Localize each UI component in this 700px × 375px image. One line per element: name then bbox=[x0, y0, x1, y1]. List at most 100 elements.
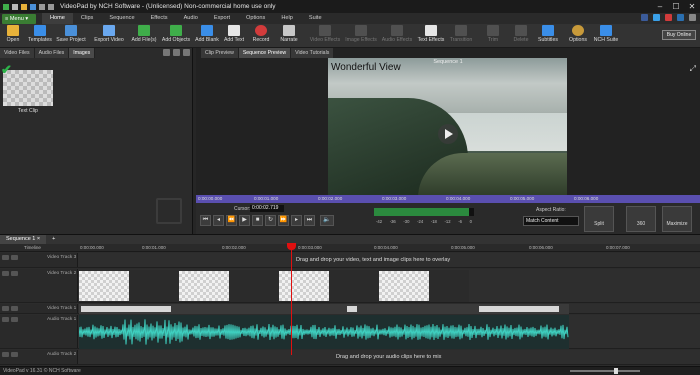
audio-effects-button[interactable]: Audio Effects bbox=[380, 25, 414, 47]
timeline-ruler[interactable]: Timeline 0:00:00.000 0:00:01.000 0:00:02… bbox=[0, 244, 700, 252]
fast-forward-button[interactable]: ⏩ bbox=[278, 215, 289, 226]
track-lock-icon[interactable] bbox=[2, 352, 9, 357]
tab-images[interactable]: Images bbox=[69, 48, 96, 58]
narrate-button[interactable]: Narrate bbox=[277, 25, 301, 47]
tab-home[interactable]: Home bbox=[42, 13, 73, 24]
play-overlay-icon[interactable] bbox=[438, 124, 458, 144]
tab-effects[interactable]: Effects bbox=[143, 13, 176, 24]
aspect-ratio-select[interactable]: Match Content bbox=[523, 216, 579, 226]
tab-clips[interactable]: Clips bbox=[73, 13, 101, 24]
youtube-icon[interactable] bbox=[665, 14, 672, 21]
undo-icon[interactable] bbox=[39, 3, 45, 10]
save-project-button[interactable]: Save Project bbox=[55, 25, 87, 47]
audio-waveform[interactable] bbox=[78, 315, 569, 349]
next-frame-button[interactable]: ▸ bbox=[291, 215, 302, 226]
audio-track-2[interactable]: Audio Track 2 Drag and drop your audio c… bbox=[0, 350, 700, 365]
tab-audio[interactable]: Audio bbox=[176, 13, 206, 24]
folder-icon[interactable] bbox=[173, 49, 180, 56]
close-window-button[interactable]: ✕ bbox=[684, 0, 700, 13]
tab-suite[interactable]: Suite bbox=[301, 13, 330, 24]
text-clip[interactable] bbox=[379, 271, 429, 301]
zoom-slider-knob[interactable] bbox=[614, 368, 618, 374]
cursor-time-field[interactable]: 0:00:02.719 bbox=[250, 205, 284, 212]
add-sequence-button[interactable]: + bbox=[46, 235, 62, 244]
save-icon[interactable] bbox=[30, 3, 36, 10]
add-text-button[interactable]: Add Text bbox=[221, 25, 247, 47]
video-track-2[interactable]: Video Track 2 bbox=[0, 269, 700, 303]
help-icon[interactable] bbox=[689, 14, 696, 21]
preview-ruler[interactable]: 0:00:00.000 0:00:01.000 0:00:02.000 0:00… bbox=[196, 195, 700, 203]
new-icon[interactable] bbox=[12, 3, 18, 10]
track-mute-icon[interactable] bbox=[11, 317, 18, 322]
loop-button[interactable]: ↻ bbox=[265, 215, 276, 226]
redo-icon[interactable] bbox=[48, 3, 54, 10]
split-button[interactable]: Split bbox=[584, 206, 614, 232]
go-to-end-button[interactable]: ⏭ bbox=[304, 215, 315, 226]
transition-button[interactable]: Transition bbox=[448, 25, 474, 47]
track-visibility-icon[interactable] bbox=[11, 306, 18, 311]
video-effects-button[interactable]: Video Effects bbox=[308, 25, 342, 47]
tab-audio-files[interactable]: Audio Files bbox=[34, 48, 70, 58]
linkedin-icon[interactable] bbox=[677, 14, 684, 21]
tab-clip-preview[interactable]: Clip Preview bbox=[201, 48, 239, 58]
go-to-start-button[interactable]: ⏮ bbox=[200, 215, 211, 226]
minimize-button[interactable]: – bbox=[652, 0, 668, 13]
video-track-3[interactable]: Video Track 3 Drag and drop your video, … bbox=[0, 253, 700, 268]
open-icon[interactable] bbox=[21, 3, 27, 10]
volume-button[interactable]: 🔈 bbox=[320, 215, 334, 226]
tab-sequence-1[interactable]: Sequence 1 × bbox=[0, 235, 47, 244]
track-lock-icon[interactable] bbox=[2, 306, 9, 311]
open-button[interactable]: Open bbox=[2, 25, 24, 47]
text-effects-button[interactable]: Text Effects bbox=[415, 25, 447, 47]
tab-video-tutorials[interactable]: Video Tutorials bbox=[291, 48, 335, 58]
audio-track-1[interactable]: Audio Track 1 bbox=[0, 315, 700, 349]
trim-button[interactable]: Trim bbox=[483, 25, 503, 47]
stop-button[interactable]: ■ bbox=[252, 215, 263, 226]
video-clip-strip[interactable] bbox=[79, 304, 569, 314]
subtitles-button[interactable]: Subtitles bbox=[536, 25, 560, 47]
gear-icon bbox=[572, 25, 584, 36]
delete-button[interactable]: Delete bbox=[510, 25, 532, 47]
tab-video-files[interactable]: Video Files bbox=[0, 48, 35, 58]
playhead-line[interactable] bbox=[291, 245, 292, 355]
text-clip[interactable] bbox=[79, 271, 129, 301]
track-lock-icon[interactable] bbox=[2, 271, 9, 276]
360-view-button[interactable]: 360 bbox=[626, 206, 656, 232]
nch-suite-button[interactable]: NCH Suite bbox=[593, 25, 619, 47]
track-lock-icon[interactable] bbox=[2, 255, 9, 260]
menu-button[interactable]: ≡ Menu ▾ bbox=[2, 13, 36, 24]
rewind-button[interactable]: ⏪ bbox=[226, 215, 237, 226]
text-clip-thumbnail[interactable]: ✔ bbox=[1, 63, 53, 106]
add-objects-button[interactable]: Add Objects bbox=[160, 25, 192, 47]
view-mode-icon[interactable] bbox=[183, 49, 190, 56]
track-mute-icon[interactable] bbox=[11, 352, 18, 357]
track-visibility-icon[interactable] bbox=[11, 271, 18, 276]
track-visibility-icon[interactable] bbox=[11, 255, 18, 260]
track-lock-icon[interactable] bbox=[2, 317, 9, 322]
previous-frame-button[interactable]: ◂ bbox=[213, 215, 224, 226]
add-files-button[interactable]: Add File(s) bbox=[130, 25, 158, 47]
maximize-preview-button[interactable]: Maximize bbox=[662, 206, 692, 232]
text-clip[interactable] bbox=[279, 271, 329, 301]
facebook-icon[interactable] bbox=[641, 14, 648, 21]
text-clip[interactable] bbox=[179, 271, 229, 301]
new-bin-icon[interactable] bbox=[163, 49, 170, 56]
templates-button[interactable]: Templates bbox=[26, 25, 54, 47]
add-blank-button[interactable]: Add Blank bbox=[194, 25, 220, 47]
record-button[interactable]: Record bbox=[250, 25, 272, 47]
timeline-zoom-slider[interactable] bbox=[570, 368, 640, 374]
maximize-window-button[interactable]: ☐ bbox=[668, 0, 684, 13]
tab-options[interactable]: Options bbox=[238, 13, 273, 24]
video-track-1[interactable]: Video Track 1 bbox=[0, 304, 700, 314]
export-video-button[interactable]: Export Video bbox=[92, 25, 126, 47]
options-button[interactable]: Options bbox=[567, 25, 589, 47]
tab-sequence[interactable]: Sequence bbox=[101, 13, 142, 24]
buy-online-button[interactable]: Buy Online bbox=[662, 30, 696, 40]
play-button[interactable]: ▶ bbox=[239, 215, 250, 226]
tab-export[interactable]: Export bbox=[206, 13, 238, 24]
video-frame[interactable]: Wonderful View bbox=[328, 58, 567, 198]
tab-help[interactable]: Help bbox=[273, 13, 301, 24]
tab-sequence-preview[interactable]: Sequence Preview bbox=[238, 48, 292, 58]
twitter-icon[interactable] bbox=[653, 14, 660, 21]
image-effects-button[interactable]: Image Effects bbox=[344, 25, 378, 47]
